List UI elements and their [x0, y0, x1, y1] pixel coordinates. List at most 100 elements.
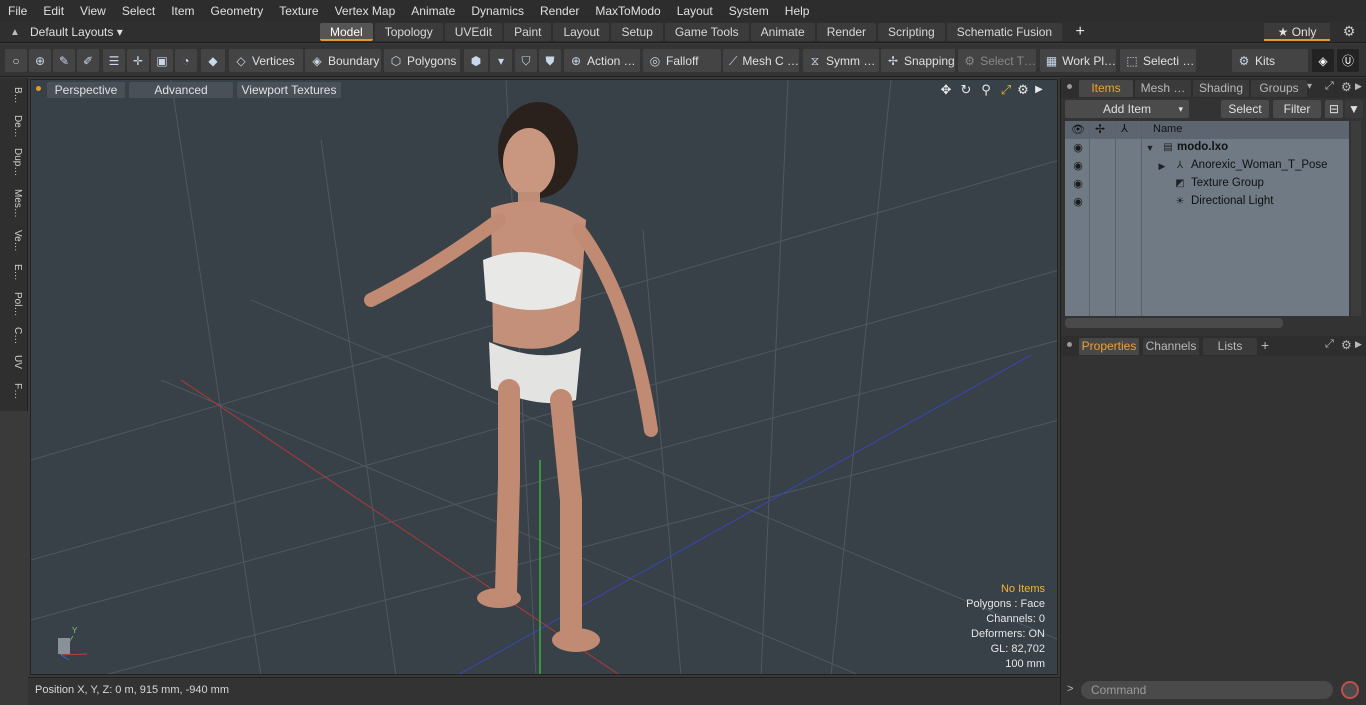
items-vertical-scrollbar[interactable] — [1351, 121, 1361, 316]
items-panel-expand-icon[interactable]: ▶ — [1355, 81, 1362, 92]
polygons-button[interactable]: ⬡ Polygons — [384, 49, 460, 72]
items-panel-gear-icon[interactable]: ⚙ — [1341, 80, 1352, 94]
advanced-button[interactable]: Advanced — [129, 82, 233, 98]
collapse-button[interactable]: ⊟ — [1325, 100, 1343, 118]
pen-tool-button[interactable]: ✎ — [53, 49, 75, 72]
menu-edit[interactable]: Edit — [35, 0, 72, 22]
menu-item[interactable]: Item — [163, 0, 202, 22]
tab-game-tools[interactable]: Game Tools — [664, 23, 749, 41]
mode-dropdown-button[interactable]: ▾ — [490, 49, 512, 72]
tab-model[interactable]: Model — [320, 23, 373, 41]
circle-tool-button[interactable]: ○ — [5, 49, 27, 72]
clock-tool-button[interactable]: ◔ — [175, 49, 197, 72]
eye-icon[interactable]: ◉ — [1071, 159, 1085, 173]
list-item-texture-group[interactable]: ◉ ◩ Texture Group — [1065, 175, 1349, 193]
3d-viewport[interactable]: Perspective Advanced Viewport Textures ✥… — [30, 79, 1058, 675]
left-tab-edge[interactable]: E… — [3, 259, 23, 285]
tab-layout[interactable]: Layout — [553, 23, 610, 41]
tab-scripting[interactable]: Scripting — [878, 23, 945, 41]
tab-uvedit[interactable]: UVEdit — [444, 23, 503, 41]
center-tool-button[interactable]: ✛ — [127, 49, 149, 72]
expand-triangle-icon[interactable]: ▶ — [1155, 159, 1169, 173]
menu-dynamics[interactable]: Dynamics — [463, 0, 532, 22]
properties-expand-icon[interactable]: ▶ — [1355, 339, 1362, 350]
gear-icon[interactable]: ⚙ — [1338, 23, 1360, 41]
tab-setup[interactable]: Setup — [611, 23, 663, 41]
left-tab-uv[interactable]: UV — [3, 351, 23, 373]
name-column-header[interactable]: Name — [1153, 123, 1182, 135]
list-item-anorexic-woman[interactable]: ◉ ▶ ⅄ Anorexic_Woman_T_Pose — [1065, 157, 1349, 175]
viewport-menu-dot[interactable] — [36, 86, 41, 91]
add-properties-tab-button[interactable]: + — [1261, 337, 1269, 353]
symmetry-button[interactable]: ⧖ Symm … — [803, 49, 879, 72]
move-view-icon[interactable]: ✥ — [938, 82, 954, 98]
action-center-button[interactable]: ⊕ Action … — [564, 49, 640, 72]
eye-icon[interactable]: ◉ — [1071, 195, 1085, 209]
left-tab-mesh-edit[interactable]: Mes… — [3, 184, 23, 222]
tab-shading[interactable]: Shading — [1193, 80, 1249, 97]
list-item-modo-lxo[interactable]: ◉ ▼ ▤ modo.lxo — [1065, 139, 1349, 157]
items-panel-popout-icon[interactable]: ⤢ — [1325, 80, 1334, 93]
items-tabs-more-icon[interactable]: ▾ — [1307, 81, 1312, 92]
item-mode-button[interactable]: ◆ — [201, 49, 225, 72]
menu-vertex-map[interactable]: Vertex Map — [327, 0, 404, 22]
tab-mesh-ops[interactable]: Mesh … — [1135, 80, 1191, 97]
tab-properties[interactable]: Properties — [1079, 338, 1139, 355]
record-macro-button[interactable] — [1341, 681, 1359, 699]
menu-geometry[interactable]: Geometry — [203, 0, 272, 22]
list-item-directional-light[interactable]: ◉ ☀ Directional Light — [1065, 193, 1349, 211]
zoom-view-icon[interactable]: ⚲ — [978, 82, 994, 98]
menu-system[interactable]: System — [721, 0, 777, 22]
properties-gear-icon[interactable]: ⚙ — [1341, 338, 1352, 352]
tab-channels[interactable]: Channels — [1143, 338, 1199, 355]
falloff-button[interactable]: ◎ Falloff — [643, 49, 721, 72]
eye-icon[interactable]: ◉ — [1071, 141, 1085, 155]
viewport-expand-icon[interactable]: ▶ — [1031, 82, 1047, 98]
material-mode-button[interactable]: ⬢ — [464, 49, 488, 72]
sym-y-button[interactable]: ⛊ — [539, 49, 561, 72]
layout-select[interactable]: Default Layouts ▾ — [30, 25, 320, 39]
layout-up-arrow-icon[interactable]: ▲ — [0, 27, 30, 38]
left-tab-deform[interactable]: De… — [3, 112, 23, 140]
menu-maxtomodo[interactable]: MaxToModo — [587, 0, 668, 22]
only-toggle[interactable]: ★ Only — [1264, 23, 1330, 41]
align-tool-button[interactable]: ☰ — [103, 49, 125, 72]
left-tab-polygon[interactable]: Pol… — [3, 288, 23, 320]
left-tab-vertex[interactable]: Ve… — [3, 226, 23, 256]
tab-items[interactable]: Items — [1079, 80, 1133, 97]
left-tab-curve[interactable]: C… — [3, 324, 23, 348]
properties-panel-menu-dot[interactable] — [1067, 342, 1072, 347]
filter-funnel-button[interactable]: ▼ — [1345, 100, 1363, 118]
items-panel-menu-dot[interactable] — [1067, 84, 1072, 89]
items-horizontal-scrollbar[interactable] — [1065, 318, 1283, 328]
menu-texture[interactable]: Texture — [271, 0, 326, 22]
tab-animate[interactable]: Animate — [750, 23, 815, 41]
tab-schematic-fusion[interactable]: Schematic Fusion — [946, 23, 1063, 41]
menu-select[interactable]: Select — [114, 0, 163, 22]
command-input[interactable]: Command — [1081, 681, 1333, 699]
viewport-textures-button[interactable]: Viewport Textures — [237, 82, 341, 98]
selection-sets-button[interactable]: ⬚ Selecti … — [1120, 49, 1196, 72]
frame-tool-button[interactable]: ▣ — [151, 49, 173, 72]
unity-button[interactable]: ◈ — [1312, 49, 1334, 72]
select-button[interactable]: Select — [1221, 100, 1269, 118]
eye-icon[interactable]: ◉ — [1071, 177, 1085, 191]
vertices-button[interactable]: ◇ Vertices — [229, 49, 303, 72]
menu-render[interactable]: Render — [532, 0, 587, 22]
properties-popout-icon[interactable]: ⤢ — [1325, 338, 1334, 351]
boundary-button[interactable]: ◈ Boundary — [305, 49, 381, 72]
add-item-button[interactable]: Add Item ▾ — [1065, 100, 1189, 118]
tab-lists[interactable]: Lists — [1203, 338, 1257, 355]
mesh-constraint-button[interactable]: ⟋ Mesh C … — [723, 49, 799, 72]
add-tab-button[interactable]: + — [1068, 23, 1092, 41]
filter-button[interactable]: Filter — [1273, 100, 1321, 118]
left-tab-basic[interactable]: B… — [3, 82, 23, 108]
select-through-button[interactable]: ⚙ Select T… — [958, 49, 1036, 72]
menu-layout[interactable]: Layout — [669, 0, 721, 22]
brush-tool-button[interactable]: ✐ — [77, 49, 99, 72]
tab-render[interactable]: Render — [816, 23, 877, 41]
snapping-button[interactable]: ✢ Snapping — [881, 49, 955, 72]
tab-groups[interactable]: Groups — [1251, 80, 1307, 97]
menu-file[interactable]: File — [0, 0, 35, 22]
fit-view-icon[interactable]: ⤢ — [998, 82, 1014, 98]
